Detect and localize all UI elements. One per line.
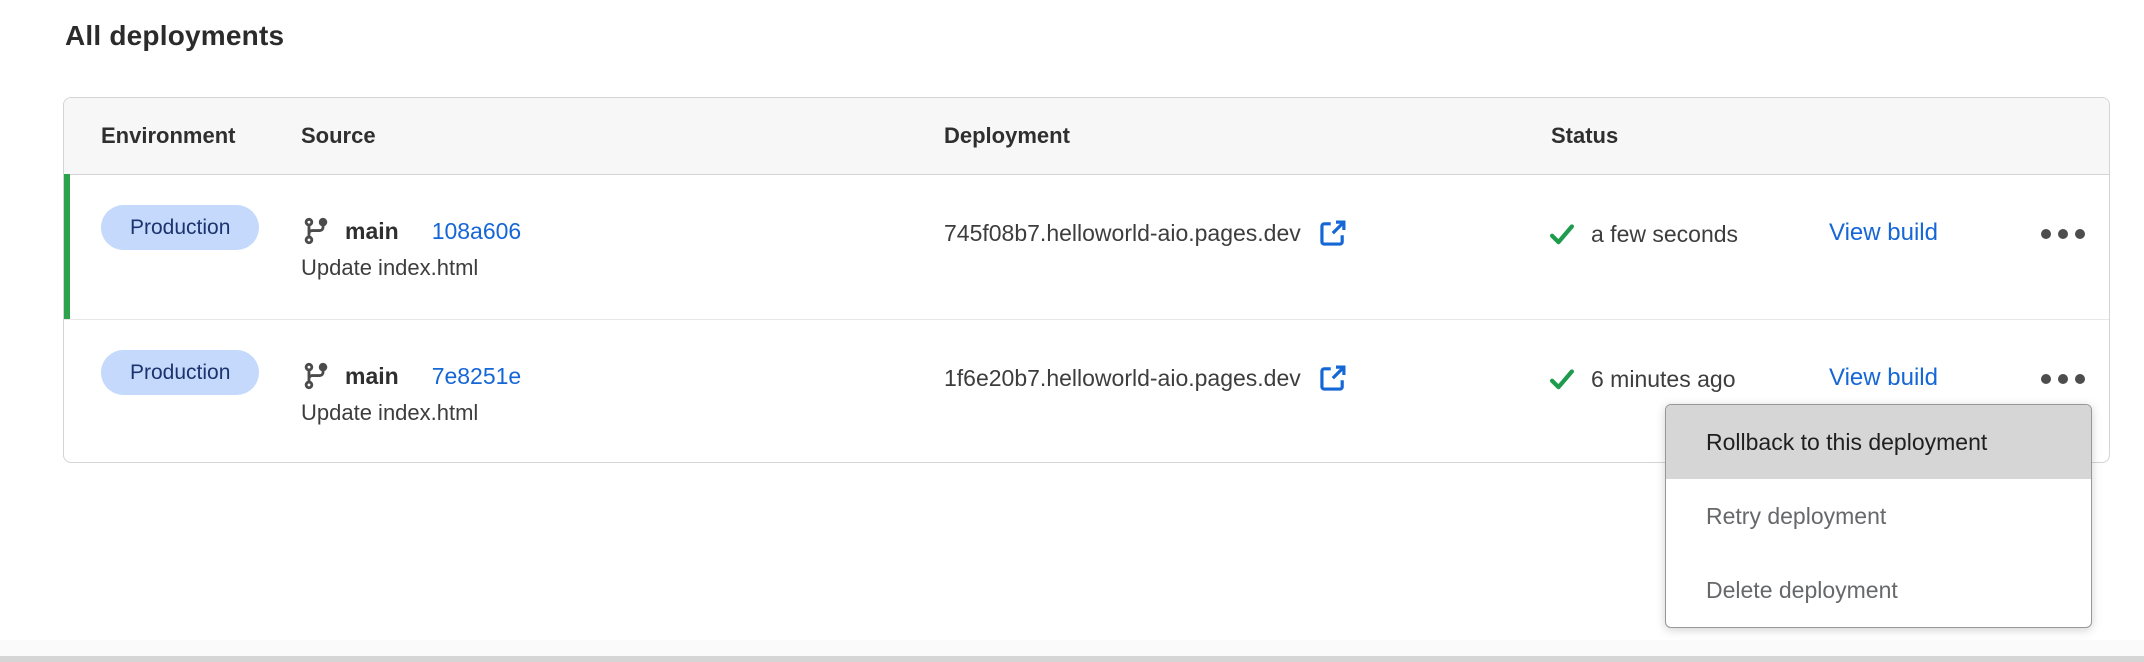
deployment-cell: 1f6e20b7.helloworld-aio.pages.dev [944, 361, 1348, 395]
git-branch-icon [301, 216, 331, 246]
commit-link[interactable]: 7e8251e [432, 363, 522, 390]
status-text: a few seconds [1591, 221, 1738, 248]
deployment-url: 1f6e20b7.helloworld-aio.pages.dev [944, 365, 1301, 392]
check-icon [1548, 365, 1576, 393]
column-header-deployment: Deployment [944, 123, 1070, 149]
external-link-icon[interactable] [1318, 218, 1348, 248]
commit-link[interactable]: 108a606 [432, 218, 522, 245]
commit-message: Update index.html [301, 255, 478, 281]
source-cell: main 7e8251e [301, 359, 521, 393]
table-row: Production main 108a606 Update index.htm… [64, 174, 2109, 320]
row-actions-button[interactable] [2026, 358, 2100, 400]
ellipsis-icon [2041, 374, 2085, 384]
status-text: 6 minutes ago [1591, 366, 1735, 393]
menu-item-delete[interactable]: Delete deployment [1666, 553, 2091, 627]
view-build-link[interactable]: View build [1829, 219, 1938, 247]
ellipsis-icon [2041, 229, 2085, 239]
deployment-cell: 745f08b7.helloworld-aio.pages.dev [944, 216, 1348, 250]
status-cell: 6 minutes ago [1548, 364, 1735, 394]
column-header-environment: Environment [101, 123, 235, 149]
check-icon [1548, 220, 1576, 248]
branch-name: main [345, 218, 399, 245]
status-cell: a few seconds [1548, 219, 1738, 249]
active-deployment-indicator [64, 174, 70, 319]
commit-message: Update index.html [301, 400, 478, 426]
deployment-url: 745f08b7.helloworld-aio.pages.dev [944, 220, 1301, 247]
environment-badge: Production [101, 205, 259, 250]
menu-item-retry[interactable]: Retry deployment [1666, 479, 2091, 553]
table-header: Environment Source Deployment Status [64, 98, 2109, 175]
column-header-source: Source [301, 123, 376, 149]
section-divider-line [0, 656, 2144, 662]
git-branch-icon [301, 361, 331, 391]
column-header-status: Status [1551, 123, 1618, 149]
deployment-actions-menu: Rollback to this deployment Retry deploy… [1665, 404, 2092, 628]
row-actions-button[interactable] [2026, 213, 2100, 255]
external-link-icon[interactable] [1318, 363, 1348, 393]
page-title: All deployments [65, 20, 284, 52]
menu-item-rollback[interactable]: Rollback to this deployment [1666, 405, 2091, 479]
environment-badge: Production [101, 350, 259, 395]
deployments-page: All deployments Environment Source Deplo… [0, 0, 2144, 662]
branch-name: main [345, 363, 399, 390]
view-build-link[interactable]: View build [1829, 364, 1938, 392]
source-cell: main 108a606 [301, 214, 521, 248]
section-divider-band [0, 640, 2144, 656]
